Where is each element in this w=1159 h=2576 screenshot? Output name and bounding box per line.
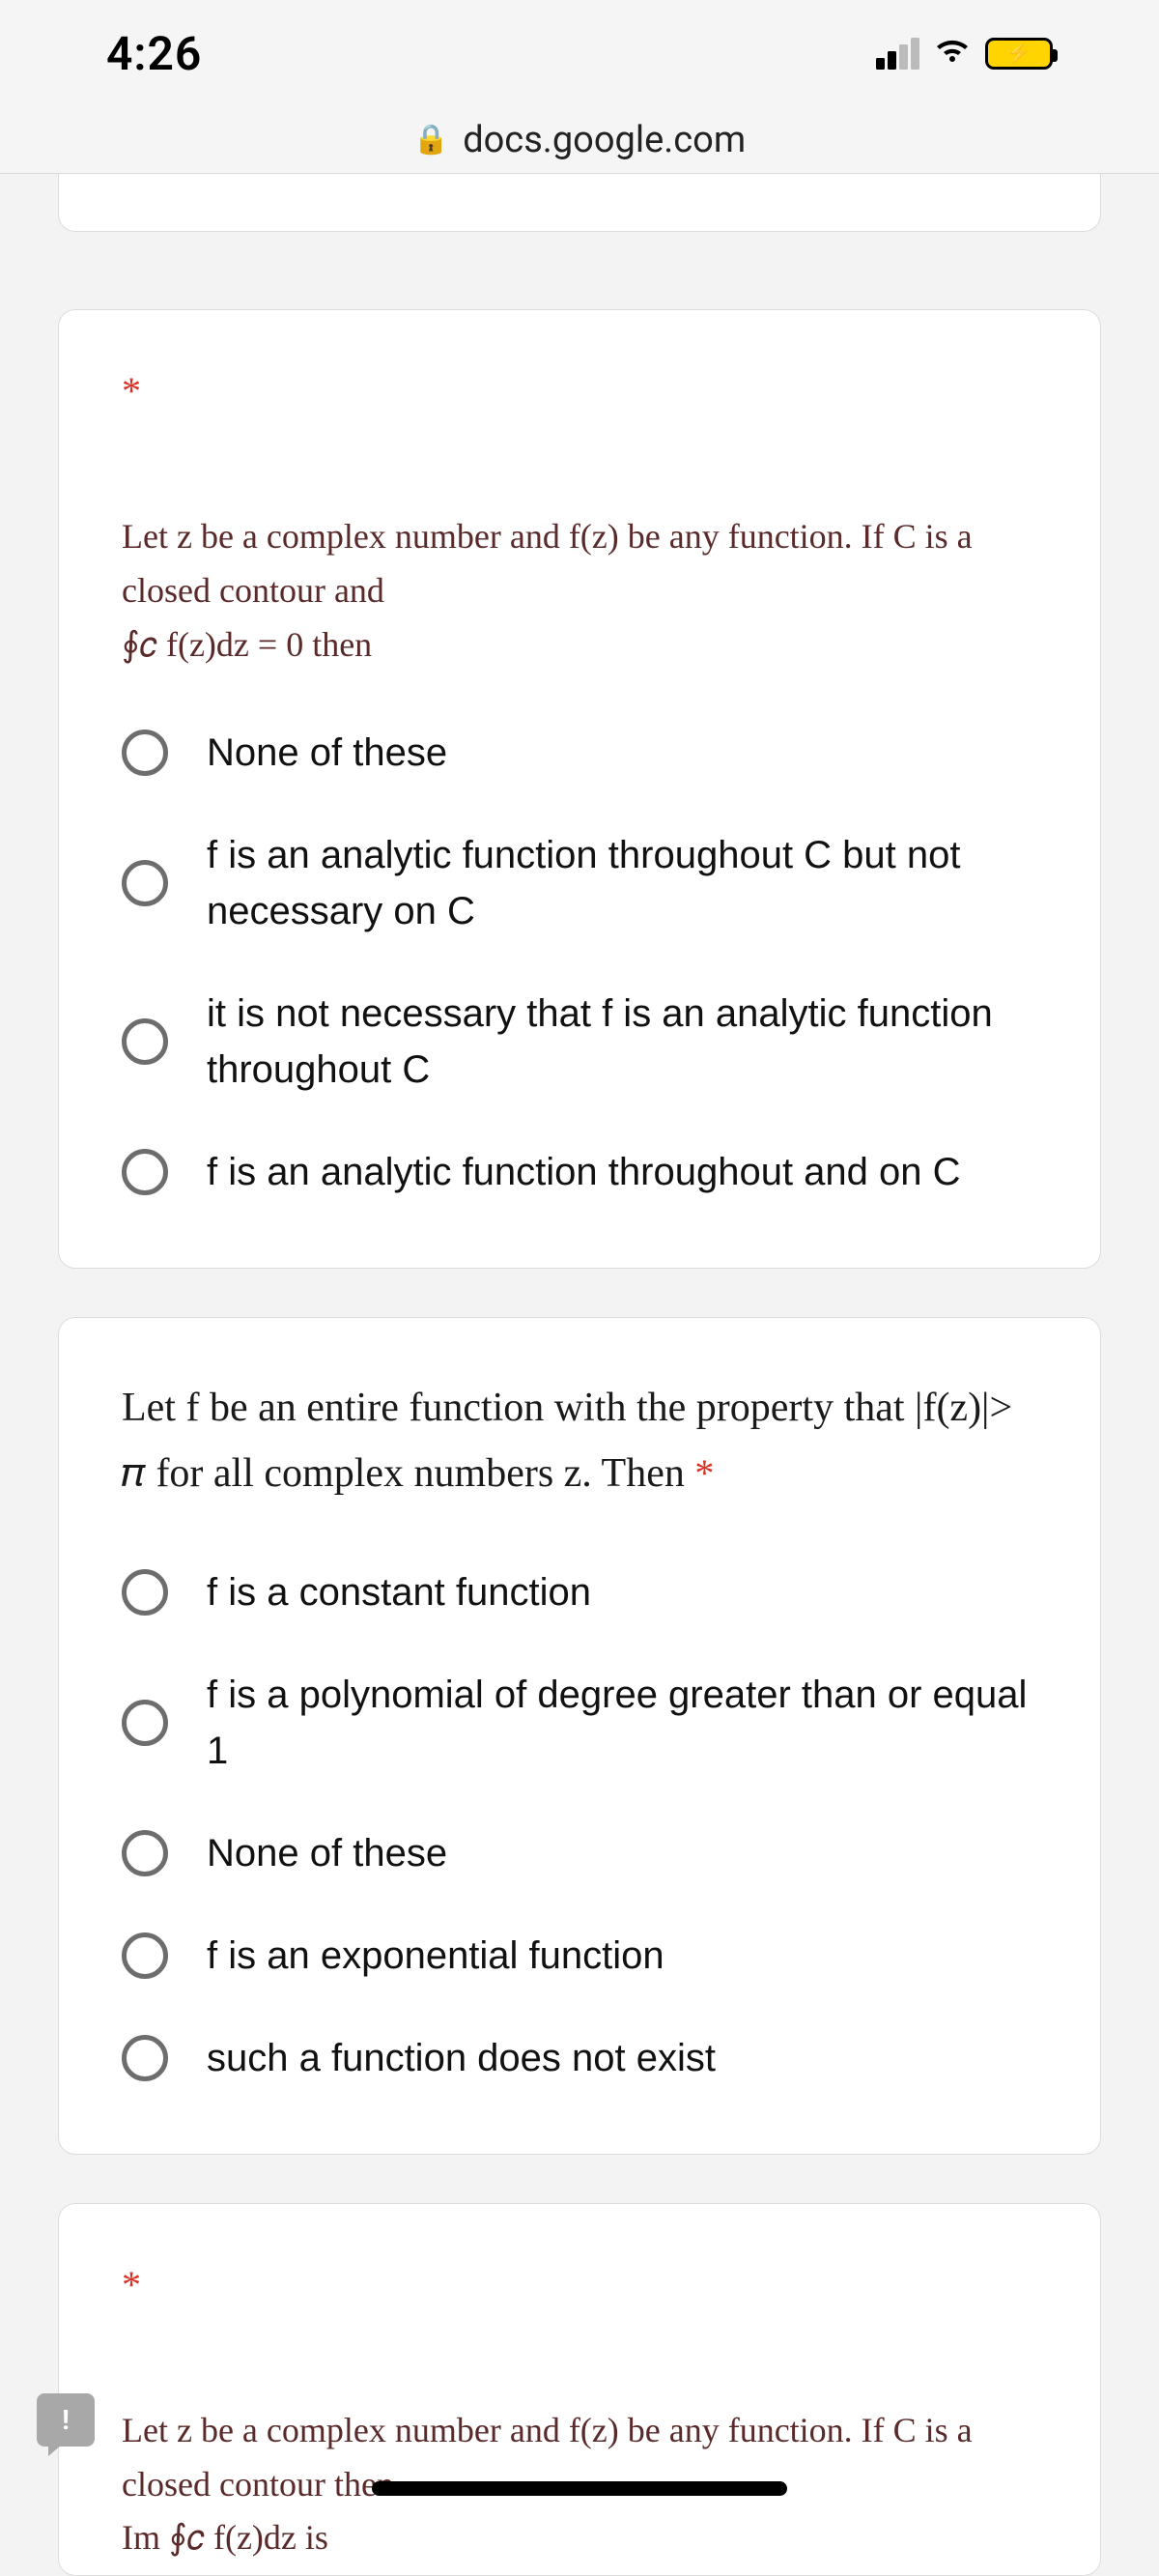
question-1-prompt: Let z be a complex number and f(z) be an… [122, 510, 1037, 672]
bolt-icon: ⚡ [1005, 42, 1032, 66]
radio-icon [122, 1149, 168, 1195]
radio-icon [122, 1569, 168, 1616]
option-label: it is not necessary that f is an analyti… [207, 986, 1037, 1098]
q2-options: f is a constant function f is a polynomi… [122, 1564, 1037, 2086]
lock-icon: 🔒 [413, 123, 449, 157]
option-label: None of these [207, 1825, 447, 1881]
url-text: docs.google.com [463, 119, 746, 161]
report-problem-button[interactable]: ! [37, 2393, 95, 2447]
q2-option-b[interactable]: f is a polynomial of degree greater than… [122, 1667, 1037, 1779]
radio-icon [122, 1932, 168, 1979]
q1-option-c[interactable]: it is not necessary that f is an analyti… [122, 986, 1037, 1098]
option-label: such a function does not exist [207, 2030, 716, 2086]
question-card-2: Let f be an entire function with the pro… [58, 1317, 1101, 2154]
q2-option-a[interactable]: f is a constant function [122, 1564, 1037, 1620]
option-label: None of these [207, 725, 447, 781]
radio-icon [122, 860, 168, 906]
q1-line2: ∮𝑐 f(z)dz = 0 then [122, 625, 372, 664]
required-asterisk: * [122, 2262, 1037, 2307]
battery-charging-icon: ⚡ [985, 38, 1053, 70]
radio-icon [122, 1018, 168, 1065]
browser-url-bar[interactable]: 🔒 docs.google.com [0, 106, 1159, 174]
cellular-signal-icon [876, 38, 919, 70]
status-icons: ⚡ [876, 37, 1053, 70]
radio-icon [122, 730, 168, 776]
required-asterisk: * [122, 368, 1037, 414]
option-label: f is an exponential function [207, 1928, 664, 1984]
radio-icon [122, 1700, 168, 1746]
q2-option-c[interactable]: None of these [122, 1825, 1037, 1881]
option-label: f is an analytic function throughout C b… [207, 827, 1037, 939]
option-label: f is a constant function [207, 1564, 591, 1620]
option-label: f is a polynomial of degree greater than… [207, 1667, 1037, 1779]
status-bar: 4:26 ⚡ [0, 0, 1159, 106]
q1-line1: Let z be a complex number and f(z) be an… [122, 517, 973, 610]
q3-line2: Im ∮𝑐 f(z)dz is [122, 2518, 328, 2557]
form-content: * Let z be a complex number and f(z) be … [0, 174, 1159, 2576]
q1-option-d[interactable]: f is an analytic function throughout and… [122, 1144, 1037, 1200]
q1-option-a[interactable]: None of these [122, 725, 1037, 781]
radio-icon [122, 1830, 168, 1876]
wifi-icon [933, 37, 972, 70]
previous-card-bottom [58, 174, 1101, 232]
home-indicator[interactable] [372, 2481, 787, 2496]
q1-options: None of these f is an analytic function … [122, 725, 1037, 1200]
option-label: f is an analytic function throughout and… [207, 1144, 961, 1200]
exclamation-icon: ! [62, 2404, 70, 2436]
question-card-3: * Let z be a complex number and f(z) be … [58, 2203, 1101, 2576]
q2-option-d[interactable]: f is an exponential function [122, 1928, 1037, 1984]
q2-option-e[interactable]: such a function does not exist [122, 2030, 1037, 2086]
question-card-1: * Let z be a complex number and f(z) be … [58, 309, 1101, 1269]
required-asterisk: * [694, 1451, 714, 1495]
question-2-prompt: Let f be an entire function with the pro… [122, 1376, 1037, 1505]
q1-option-b[interactable]: f is an analytic function throughout C b… [122, 827, 1037, 939]
q2-text: Let f be an entire function with the pro… [122, 1386, 1012, 1495]
status-time: 4:26 [106, 26, 202, 81]
radio-icon [122, 2035, 168, 2081]
